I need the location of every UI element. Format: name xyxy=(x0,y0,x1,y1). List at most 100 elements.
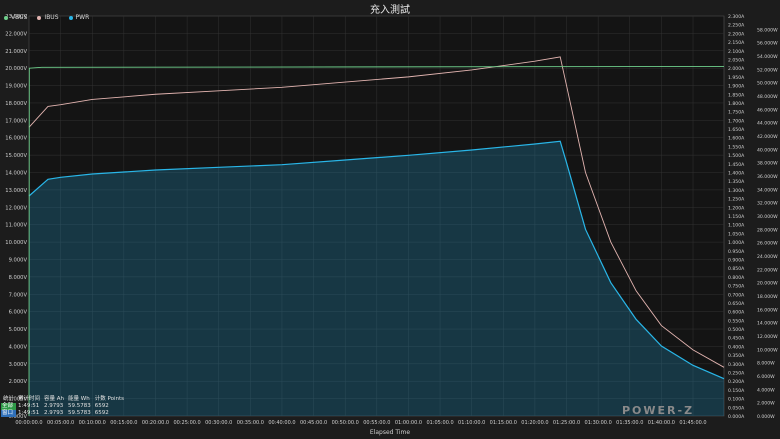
y-right-tick-label: 58.000W xyxy=(757,27,778,33)
stats-row-all: 全部 1:49:51 2.9793 59.5783 6592 xyxy=(1,403,126,410)
y-mid-tick-label: 0.550A xyxy=(728,318,745,324)
y-right-tick-label: 52.000W xyxy=(757,67,778,73)
y-mid-tick-label: 1.100A xyxy=(728,223,745,229)
legend-item-pwr[interactable]: PWR xyxy=(68,14,90,21)
y-right-tick-label: 4.000W xyxy=(757,387,775,393)
stats-tag-all: 全部 xyxy=(1,403,17,410)
y-mid-tick-label: 1.600A xyxy=(728,136,745,142)
stats-ah: 2.9793 xyxy=(44,403,64,409)
stats-row-window: 窗口 1:49:51 2.9793 59.5783 6592 xyxy=(1,410,126,417)
y-mid-tick-label: 1.800A xyxy=(728,101,745,107)
y-mid-tick-label: 1.400A xyxy=(728,171,745,177)
x-tick-label: 00:25:00.0 xyxy=(173,420,200,426)
y-mid-tick-label: 0.050A xyxy=(728,405,745,411)
x-tick-label: 00:10:00.0 xyxy=(79,420,106,426)
legend-item-vbus[interactable]: VBUS xyxy=(4,14,27,21)
stats-header: 计数 Points xyxy=(94,396,125,402)
y-mid-tick-label: 1.050A xyxy=(728,231,745,237)
y-mid-tick-label: 0.500A xyxy=(728,327,745,333)
y-left-tick-label: 8.000V xyxy=(9,275,28,281)
y-mid-tick-label: 0.800A xyxy=(728,275,745,281)
stats-points: 6592 xyxy=(94,403,109,409)
y-right-tick-label: 32.000W xyxy=(757,201,778,207)
legend-pwr-marker xyxy=(68,15,73,20)
x-tick-label: 00:20:00.0 xyxy=(142,420,169,426)
y-left-tick-label: 10.000V xyxy=(5,240,27,246)
stats-time: 1:49:51 xyxy=(18,410,40,416)
y-right-tick-label: 0.000W xyxy=(757,414,775,420)
legend-ibus-label: IBUS xyxy=(44,14,59,21)
y-mid-tick-label: 0.400A xyxy=(728,344,745,350)
x-tick-label: 01:35:00.0 xyxy=(616,420,643,426)
legend-vbus-label: VBUS xyxy=(11,14,28,21)
y-right-tick-label: 16.000W xyxy=(757,307,778,313)
x-tick-label: 01:10:00.0 xyxy=(458,420,485,426)
x-tick-label: 01:30:00.0 xyxy=(585,420,612,426)
y-mid-tick-label: 0.600A xyxy=(728,310,745,316)
y-right-tick-label: 44.000W xyxy=(757,121,778,127)
y-mid-tick-label: 0.000A xyxy=(728,414,745,420)
y-left-tick-label: 19.000V xyxy=(5,84,27,90)
stats-header-row: 统计 累计时间 容量 Ah 能量 Wh 计数 Points xyxy=(1,396,126,403)
y-mid-tick-label: 0.150A xyxy=(728,388,745,394)
y-right-tick-label: 48.000W xyxy=(757,94,778,100)
y-right-tick-label: 22.000W xyxy=(757,267,778,273)
y-mid-tick-label: 2.250A xyxy=(728,23,745,29)
y-left-tick-label: 9.000V xyxy=(9,257,28,263)
y-mid-tick-label: 1.200A xyxy=(728,205,745,211)
y-mid-tick-label: 1.350A xyxy=(728,179,745,185)
y-left-tick-label: 16.000V xyxy=(5,136,27,142)
legend: VBUS IBUS PWR xyxy=(4,14,89,21)
y-mid-tick-label: 0.700A xyxy=(728,292,745,298)
legend-pwr-label: PWR xyxy=(75,14,90,21)
y-left-tick-label: 21.000V xyxy=(5,49,27,55)
y-mid-tick-label: 1.550A xyxy=(728,144,745,150)
x-tick-label: 00:45:00.0 xyxy=(300,420,327,426)
y-left-tick-label: 11.000V xyxy=(5,223,27,229)
y-mid-tick-label: 1.850A xyxy=(728,92,745,98)
y-left-tick-label: 20.000V xyxy=(5,66,27,72)
y-left-tick-label: 22.000V xyxy=(5,31,27,37)
y-right-tick-label: 18.000W xyxy=(757,294,778,300)
y-right-tick-label: 10.000W xyxy=(757,347,778,353)
y-left-tick-label: 12.000V xyxy=(5,205,27,211)
y-mid-tick-label: 0.850A xyxy=(728,266,745,272)
stats-wh: 59.5783 xyxy=(68,410,91,416)
stats-points: 6592 xyxy=(94,410,109,416)
stats-wh: 59.5783 xyxy=(68,403,91,409)
y-mid-tick-label: 2.000A xyxy=(728,66,745,72)
y-mid-tick-label: 2.100A xyxy=(728,49,745,55)
y-left-tick-label: 14.000V xyxy=(5,171,27,177)
y-right-tick-label: 26.000W xyxy=(757,241,778,247)
y-right-tick-label: 46.000W xyxy=(757,107,778,113)
legend-ibus-marker xyxy=(37,15,42,20)
legend-item-ibus[interactable]: IBUS xyxy=(37,14,59,21)
y-right-tick-label: 2.000W xyxy=(757,401,775,407)
y-right-tick-label: 8.000W xyxy=(757,361,775,367)
y-mid-tick-label: 1.700A xyxy=(728,118,745,124)
x-tick-label: 00:50:00.0 xyxy=(332,420,359,426)
x-tick-label: 00:55:00.0 xyxy=(363,420,390,426)
stats-time: 1:49:51 xyxy=(18,403,40,409)
y-mid-tick-label: 1.900A xyxy=(728,84,745,90)
y-right-tick-label: 50.000W xyxy=(757,81,778,87)
y-mid-tick-label: 0.650A xyxy=(728,301,745,307)
y-left-tick-label: 18.000V xyxy=(5,101,27,107)
y-mid-tick-label: 2.200A xyxy=(728,31,745,37)
y-mid-tick-label: 1.000A xyxy=(728,240,745,246)
charging-chart: 0.000V1.000V2.000V3.000V4.000V5.000V6.00… xyxy=(5,14,778,426)
y-right-tick-label: 42.000W xyxy=(757,134,778,140)
y-right-tick-label: 14.000W xyxy=(757,321,778,327)
y-right-tick-label: 30.000W xyxy=(757,214,778,220)
x-tick-label: 01:40:00.0 xyxy=(648,420,675,426)
y-mid-tick-label: 0.100A xyxy=(728,397,745,403)
x-tick-label: 01:45:00.0 xyxy=(679,420,706,426)
x-tick-label: 00:00:00.0 xyxy=(15,420,42,426)
y-mid-tick-label: 1.300A xyxy=(728,188,745,194)
x-tick-label: 00:15:00.0 xyxy=(110,420,137,426)
x-tick-label: 01:00:00.0 xyxy=(395,420,422,426)
y-mid-tick-label: 1.150A xyxy=(728,214,745,220)
brand-logo: POWER-Z xyxy=(622,404,695,417)
y-mid-tick-label: 0.950A xyxy=(728,249,745,255)
y-right-tick-label: 24.000W xyxy=(757,254,778,260)
